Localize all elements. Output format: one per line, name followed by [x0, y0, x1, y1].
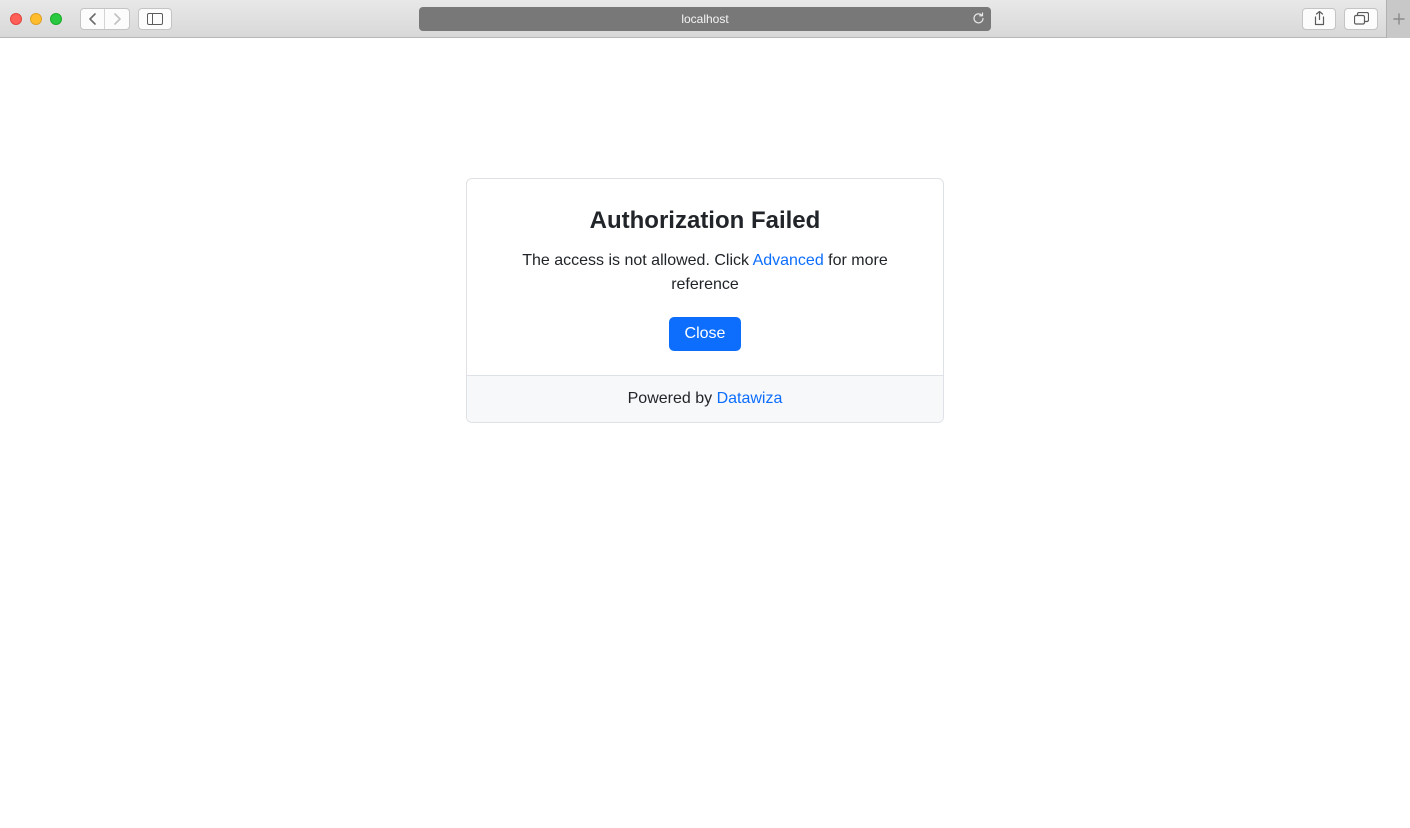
datawiza-link[interactable]: Datawiza — [717, 390, 783, 407]
message-prefix: The access is not allowed. Click — [522, 252, 752, 269]
sidebar-toggle-button[interactable] — [138, 8, 172, 30]
share-button[interactable] — [1302, 8, 1336, 30]
chevron-left-icon — [88, 13, 97, 25]
browser-toolbar: localhost — [0, 0, 1410, 38]
window-controls — [10, 13, 62, 25]
tabs-icon — [1354, 12, 1369, 25]
new-tab-button[interactable] — [1386, 0, 1410, 38]
address-text: localhost — [681, 12, 728, 26]
nav-button-group — [80, 8, 130, 30]
sidebar-icon — [147, 13, 163, 25]
dialog-body: Authorization Failed The access is not a… — [467, 179, 943, 375]
reload-button[interactable] — [972, 12, 985, 25]
dialog-title: Authorization Failed — [491, 207, 919, 235]
dialog-footer: Powered by Datawiza — [467, 375, 943, 422]
back-button[interactable] — [81, 9, 105, 29]
authorization-failed-dialog: Authorization Failed The access is not a… — [466, 178, 944, 423]
tabs-button[interactable] — [1344, 8, 1378, 30]
close-button[interactable]: Close — [669, 317, 742, 351]
reload-icon — [972, 12, 985, 25]
address-bar[interactable]: localhost — [419, 7, 991, 31]
chevron-right-icon — [113, 13, 122, 25]
window-maximize-button[interactable] — [50, 13, 62, 25]
plus-icon — [1393, 13, 1405, 25]
share-icon — [1313, 11, 1326, 26]
forward-button[interactable] — [105, 9, 129, 29]
window-close-button[interactable] — [10, 13, 22, 25]
advanced-link[interactable]: Advanced — [753, 252, 824, 269]
dialog-message: The access is not allowed. Click Advance… — [491, 249, 919, 297]
window-minimize-button[interactable] — [30, 13, 42, 25]
right-toolbar-buttons — [1302, 0, 1400, 38]
page-content: Authorization Failed The access is not a… — [0, 38, 1410, 423]
powered-by-text: Powered by — [628, 390, 717, 407]
